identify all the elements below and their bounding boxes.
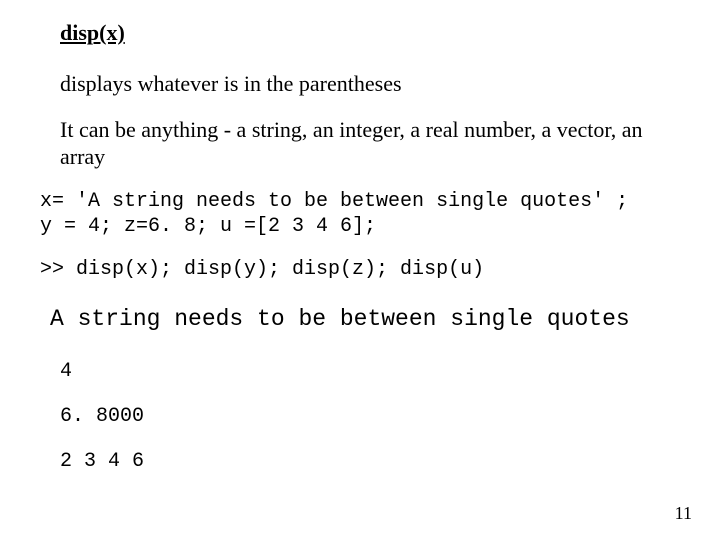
function-title: disp(x) (60, 20, 680, 46)
code-disp-call: >> disp(x); disp(y); disp(z); disp(u) (40, 257, 680, 282)
code-line-2: y = 4; z=6. 8; u =[2 3 4 6]; (40, 215, 376, 238)
description-line-1: displays whatever is in the parentheses (60, 70, 660, 98)
page-number: 11 (675, 503, 692, 524)
description-line-2: It can be anything - a string, an intege… (60, 116, 660, 171)
output-z-result: 6. 8000 (60, 405, 680, 428)
output-y-result: 4 (60, 360, 680, 383)
output-string-result: A string needs to be between single quot… (50, 306, 680, 332)
code-line-1: x= 'A string needs to be between single … (40, 190, 628, 213)
output-u-result: 2 3 4 6 (60, 450, 680, 473)
code-assignment-block: x= 'A string needs to be between single … (40, 189, 680, 239)
